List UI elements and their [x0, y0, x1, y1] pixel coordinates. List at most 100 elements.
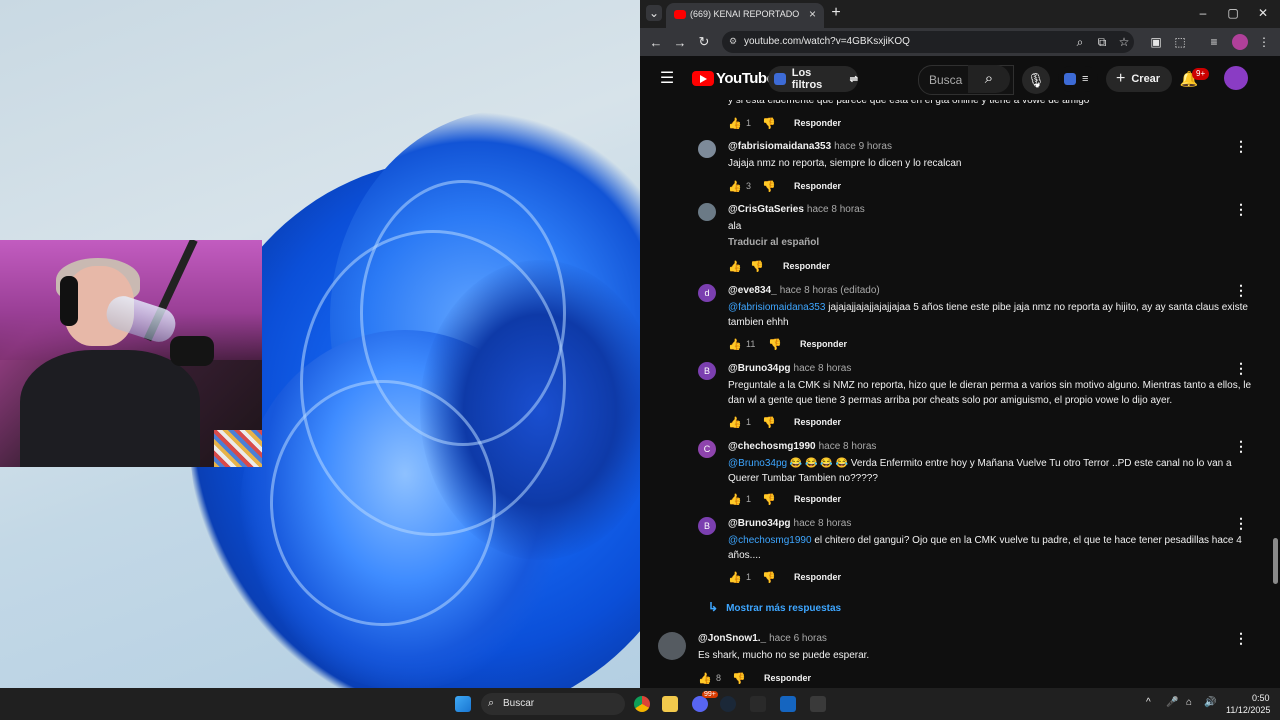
comment-time[interactable]: hace 8 horas (editado) [780, 285, 880, 296]
network-icon[interactable]: ⌂ [1186, 697, 1192, 708]
filters-button[interactable]: Los filtros ⇌ [768, 66, 858, 92]
reply-button[interactable]: Responder [764, 673, 811, 683]
file-explorer-icon[interactable] [662, 696, 678, 712]
app-icon[interactable] [810, 696, 826, 712]
comment-avatar[interactable] [698, 140, 716, 158]
close-window-icon[interactable]: ✕ [1256, 6, 1270, 20]
translate-link[interactable]: Traducir al español [728, 237, 819, 248]
comment-avatar[interactable]: B [698, 362, 716, 380]
author-name[interactable]: @eve834_ [728, 285, 777, 296]
dislike-icon[interactable]: 👎 [750, 260, 764, 273]
like-icon[interactable]: 👍 [728, 338, 742, 351]
tab-search-icon[interactable]: ⌄ [646, 5, 662, 21]
microphone-icon[interactable]: 🎙 [1022, 66, 1050, 94]
comment-menu-icon[interactable]: ⋮ [1234, 282, 1248, 299]
reply-button[interactable]: Responder [794, 494, 841, 504]
clock-time[interactable]: 0:50 [1252, 693, 1270, 703]
site-info-icon[interactable]: ⚙ [729, 36, 739, 46]
reply-button[interactable]: Responder [794, 417, 841, 427]
create-button[interactable]: + Crear [1106, 66, 1172, 92]
microphone-tray-icon[interactable]: 🎤 [1166, 697, 1178, 708]
install-app-icon[interactable]: ⧉ [1094, 34, 1110, 50]
comment-avatar[interactable]: C [698, 440, 716, 458]
comment-author[interactable]: @CrisGtaSeries hace 8 horas [728, 204, 865, 215]
comment-author[interactable]: @eve834_ hace 8 horas (editado) [728, 285, 880, 296]
extensions-icon[interactable]: ⬚ [1172, 34, 1188, 50]
discord-icon[interactable] [692, 696, 708, 712]
comment-avatar[interactable] [698, 203, 716, 221]
zoom-icon[interactable]: ⌕ [1072, 34, 1088, 50]
steam-icon[interactable] [720, 696, 736, 712]
like-icon[interactable]: 👍 [728, 180, 742, 193]
mention-link[interactable]: @chechosmg1990 [728, 535, 812, 546]
mention-link[interactable]: @Bruno34pg [728, 458, 787, 469]
mention-link[interactable]: @fabrisiomaidana353 [728, 302, 825, 313]
search-icon[interactable]: ⌕ [968, 65, 1010, 93]
windows-start-icon[interactable] [455, 696, 471, 712]
screenshot-icon[interactable]: ▣ [1148, 34, 1164, 50]
like-icon[interactable]: 👍 [728, 571, 742, 584]
comment-time[interactable]: hace 8 horas [794, 363, 852, 374]
dislike-icon[interactable]: 👎 [762, 117, 776, 130]
browser-menu-icon[interactable]: ⋮ [1256, 34, 1272, 50]
browser-tab[interactable]: (669) KENAI REPORTADO Y BA × [666, 3, 824, 28]
show-more-replies-button[interactable]: ↳ Mostrar más respuestas [708, 600, 841, 614]
comment-author[interactable]: @chechosmg1990 hace 8 horas [728, 441, 876, 452]
like-icon[interactable]: 👍 [728, 117, 742, 130]
forward-icon[interactable]: → [672, 34, 688, 50]
author-name[interactable]: @Bruno34pg [728, 518, 791, 529]
reload-icon[interactable]: ↻ [696, 34, 712, 50]
media-control-icon[interactable]: ≡ [1206, 34, 1222, 50]
youtube-logo[interactable]: YouTube [692, 70, 775, 87]
comment-menu-icon[interactable]: ⋮ [1234, 201, 1248, 218]
close-tab-icon[interactable]: × [809, 7, 816, 21]
comment-time[interactable]: hace 6 horas [769, 633, 827, 644]
reply-button[interactable]: Responder [794, 572, 841, 582]
comment-author[interactable]: @Bruno34pg hace 8 horas [728, 363, 851, 374]
reply-button[interactable]: Responder [800, 339, 847, 349]
reply-button[interactable]: Responder [794, 118, 841, 128]
tray-chevron-icon[interactable]: ^ [1146, 697, 1151, 708]
like-icon[interactable]: 👍 [728, 493, 742, 506]
comment-time[interactable]: hace 8 horas [807, 204, 865, 215]
extension-button[interactable]: ≡ [1058, 66, 1098, 92]
profile-avatar[interactable] [1232, 34, 1248, 50]
comment-author[interactable]: @fabrisiomaidana353 hace 9 horas [728, 141, 892, 152]
taskbar-search[interactable]: ⌕ Buscar [481, 693, 625, 715]
bookmark-star-icon[interactable]: ☆ [1116, 34, 1132, 50]
comment-menu-icon[interactable]: ⋮ [1234, 515, 1248, 532]
dislike-icon[interactable]: 👎 [768, 338, 782, 351]
comment-author[interactable]: @JonSnow1._ hace 6 horas [698, 633, 827, 644]
author-name[interactable]: @Bruno34pg [728, 363, 791, 374]
comment-menu-icon[interactable]: ⋮ [1234, 138, 1248, 155]
reply-button[interactable]: Responder [794, 181, 841, 191]
reply-button[interactable]: Responder [783, 261, 830, 271]
comment-menu-icon[interactable]: ⋮ [1234, 630, 1248, 647]
comment-time[interactable]: hace 8 horas [794, 518, 852, 529]
comment-time[interactable]: hace 9 horas [834, 141, 892, 152]
like-icon[interactable]: 👍 [728, 416, 742, 429]
page-scrollbar[interactable] [1271, 60, 1280, 688]
scrollbar-thumb[interactable] [1273, 538, 1278, 584]
comment-menu-icon[interactable]: ⋮ [1234, 438, 1248, 455]
vlc-icon[interactable] [780, 696, 796, 712]
comment-avatar[interactable]: d [698, 284, 716, 302]
author-name[interactable]: @JonSnow1._ [698, 633, 766, 644]
dislike-icon[interactable]: 👎 [762, 180, 776, 193]
epic-games-icon[interactable] [750, 696, 766, 712]
dislike-icon[interactable]: 👎 [762, 493, 776, 506]
volume-icon[interactable]: 🔊 [1204, 697, 1216, 708]
comment-avatar[interactable]: B [698, 517, 716, 535]
maximize-icon[interactable]: ▢ [1226, 6, 1240, 20]
author-name[interactable]: @CrisGtaSeries [728, 204, 804, 215]
minimize-icon[interactable]: – [1196, 6, 1210, 20]
author-name[interactable]: @chechosmg1990 [728, 441, 816, 452]
comment-time[interactable]: hace 8 horas [819, 441, 877, 452]
like-icon[interactable]: 👍 [728, 260, 742, 273]
comment-menu-icon[interactable]: ⋮ [1234, 360, 1248, 377]
chrome-icon[interactable] [634, 696, 650, 712]
like-icon[interactable]: 👍 [698, 672, 712, 685]
hamburger-menu-icon[interactable]: ☰ [658, 70, 676, 87]
account-avatar[interactable] [1224, 66, 1248, 90]
dislike-icon[interactable]: 👎 [762, 571, 776, 584]
